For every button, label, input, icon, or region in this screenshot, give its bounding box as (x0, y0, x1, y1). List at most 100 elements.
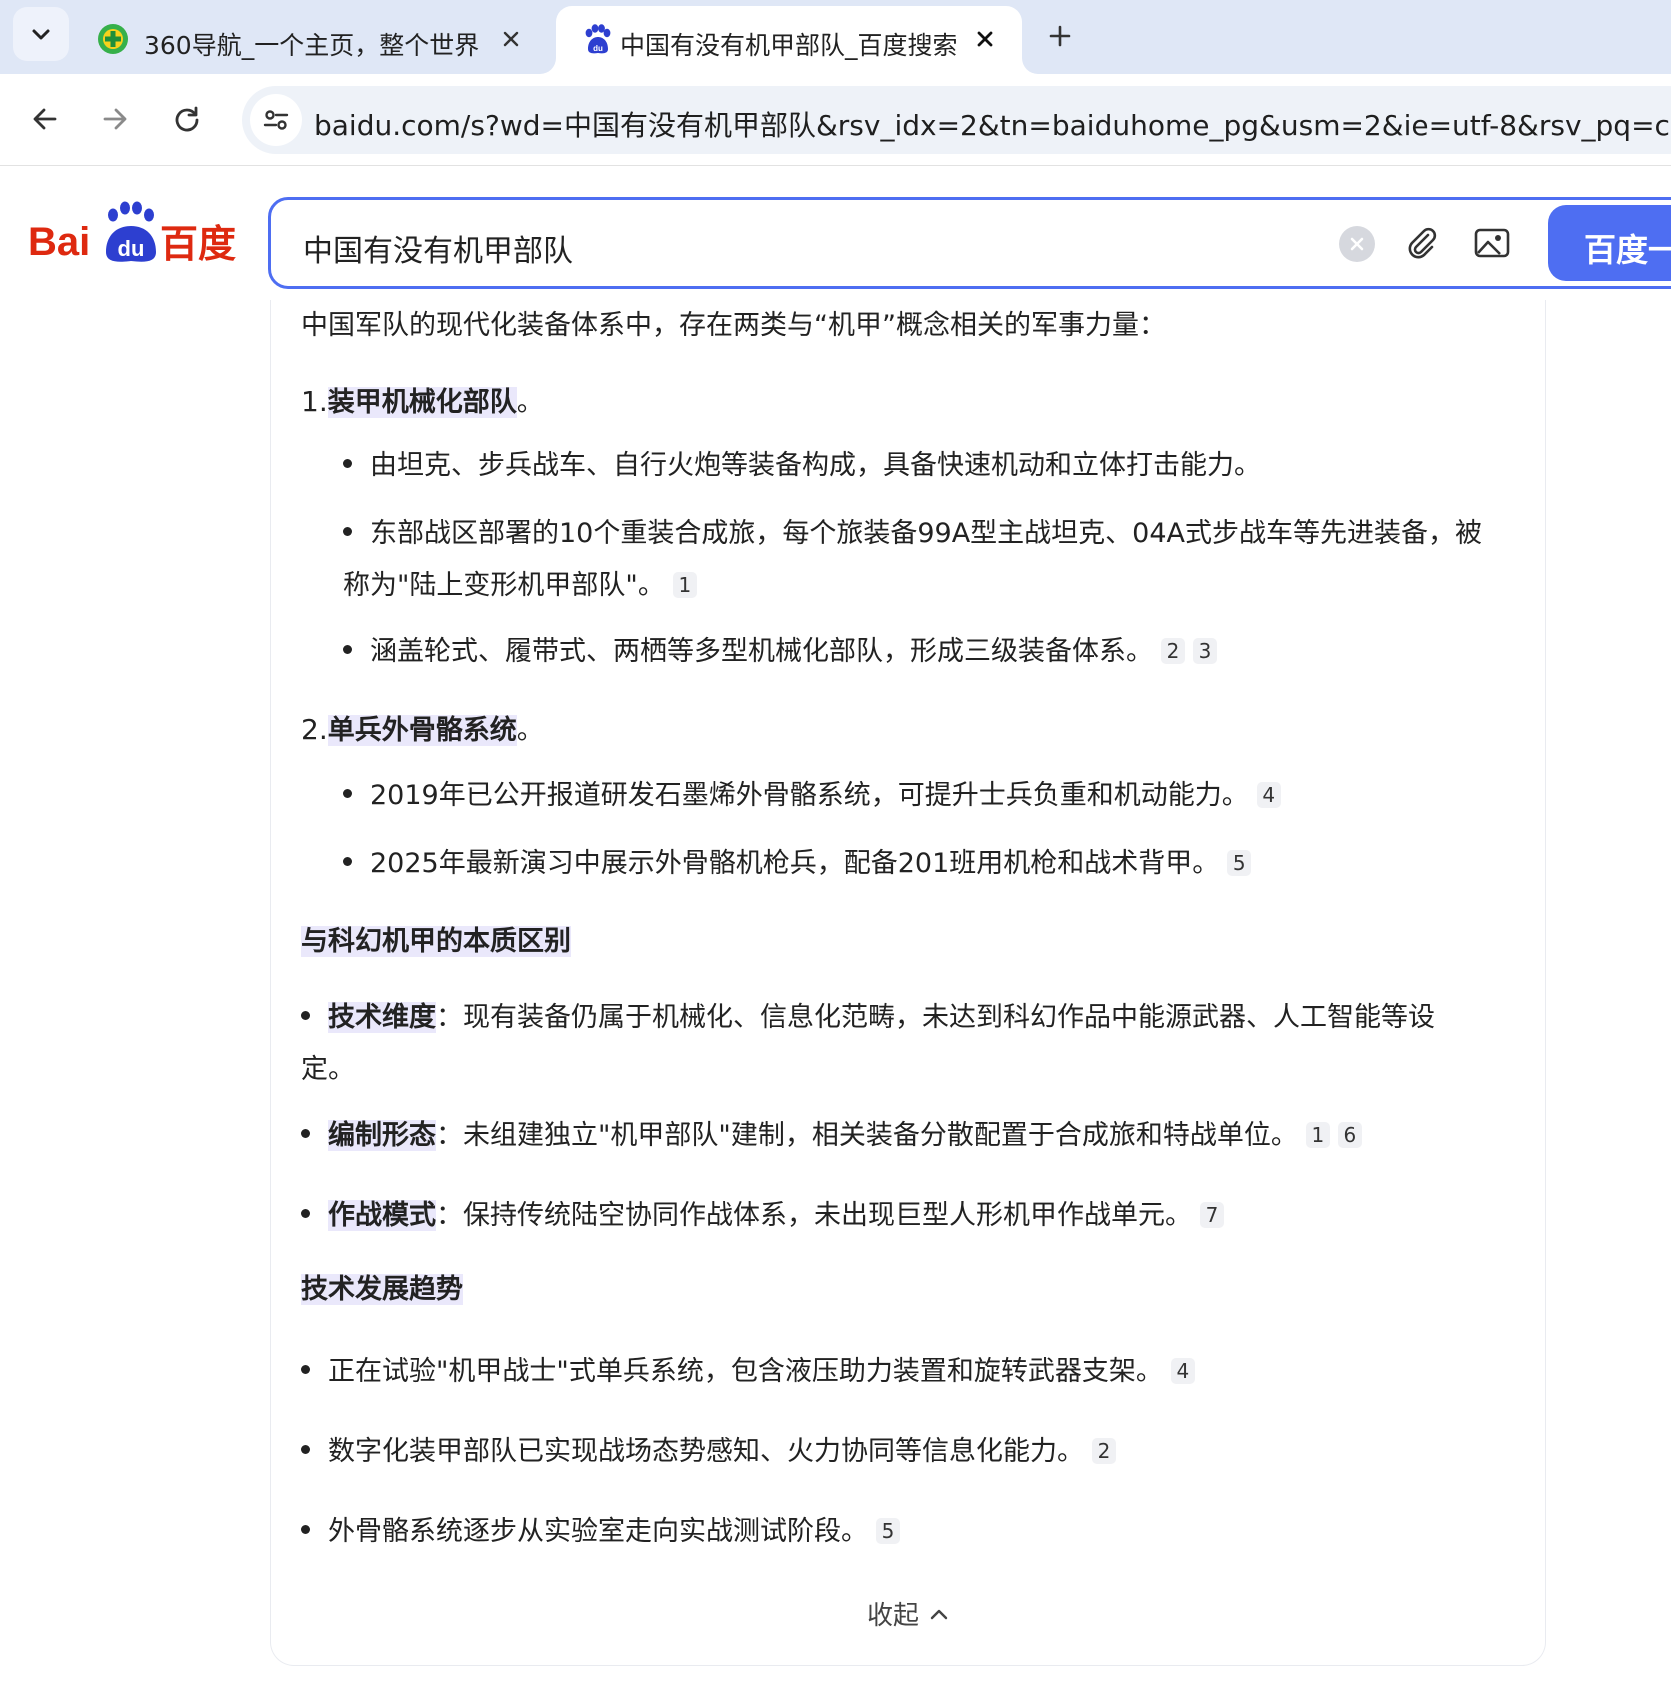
section-suffix: 。 (516, 715, 544, 746)
close-icon (977, 31, 993, 47)
bullet-icon (301, 1011, 310, 1020)
item-label: 技术维度 (328, 1002, 436, 1033)
tab-curve (540, 58, 556, 74)
clear-icon (1350, 237, 1364, 251)
list-item-text: ：现有装备仍属于机械化、信息化范畴，未达到科幻作品中能源武器、人工智能等设 (436, 1002, 1435, 1033)
bullet-icon (301, 1445, 310, 1454)
tab-title: 中国有没有机甲部队_百度搜索 (620, 31, 958, 60)
tab-strip: 360导航_一个主页，整个世界 du 中国有没有机甲部队_百度搜索 (0, 0, 1671, 74)
citation-badge[interactable]: 1 (672, 571, 697, 598)
bullet-icon (343, 857, 352, 866)
list-item: 编制形态：未组建独立"机甲部队"建制，相关装备分散配置于合成旅和特战单位。 1 6 (301, 1118, 1362, 1154)
reload-icon (175, 106, 199, 132)
tab-curve (1022, 58, 1038, 74)
bullet-icon (301, 1525, 310, 1534)
citation-badge[interactable]: 4 (1170, 1357, 1195, 1384)
citation-badge[interactable]: 2 (1092, 1437, 1116, 1464)
baidu-logo-graphic: Bai du 百度 (28, 201, 236, 266)
list-item-text: 东部战区部署的10个重装合成旅，每个旅装备99A型主战坦克、04A式步战车等先进… (370, 518, 1483, 549)
subsection-heading: 技术发展趋势 (301, 1272, 463, 1308)
forward-button[interactable] (92, 96, 138, 142)
bullet-icon (301, 1365, 310, 1374)
citation-badge[interactable]: 1 (1305, 1121, 1330, 1148)
tab-search-button[interactable] (13, 7, 69, 61)
answer-intro: 中国军队的现代化装备体系中，存在两类与“机甲”概念相关的军事力量： (301, 310, 1166, 341)
tab-title: 360导航_一个主页，整个世界 (144, 31, 480, 60)
search-input[interactable]: 中国有没有机甲部队 (303, 226, 573, 270)
list-item: 2019年已公开报道研发石墨烯外骨骼系统，可提升士兵负重和机动能力。 4 (343, 778, 1281, 814)
chevron-up-icon (930, 1609, 948, 1619)
subsection-title: 与科幻机甲的本质区别 (301, 926, 571, 957)
section-title: 单兵外骨骼系统 (327, 715, 517, 746)
list-item-continuation: 定。 (301, 1052, 355, 1088)
tab-close-button[interactable] (970, 24, 1000, 54)
clear-button[interactable] (1339, 226, 1375, 262)
list-item-text: 涵盖轮式、履带式、两栖等多型机械化部队，形成三级装备体系。 (370, 636, 1153, 667)
bullet-icon (301, 1209, 310, 1218)
new-tab-button[interactable] (1040, 16, 1080, 56)
tab-baidu-search[interactable]: du 中国有没有机甲部队_百度搜索 (556, 6, 1022, 74)
list-item-text: 外骨骼系统逐步从实验室走向实战测试阶段。 (328, 1516, 868, 1547)
reload-button[interactable] (164, 96, 210, 142)
baidu-logo[interactable]: Bai du 百度 (28, 200, 238, 272)
list-item: 外骨骼系统逐步从实验室走向实战测试阶段。 5 (301, 1514, 900, 1550)
svg-text:du: du (118, 236, 145, 261)
list-item-text: ：未组建独立"机甲部队"建制，相关装备分散配置于合成旅和特战单位。 (436, 1120, 1298, 1151)
list-item: 涵盖轮式、履带式、两栖等多型机械化部队，形成三级装备体系。 2 3 (343, 634, 1217, 670)
list-item: 2025年最新演习中展示外骨骼机枪兵，配备201班用机枪和战术背甲。 5 (343, 846, 1252, 882)
citation-badge[interactable]: 5 (1227, 849, 1252, 876)
tab-close-button[interactable] (496, 24, 526, 54)
ai-answer-card: 中国军队的现代化装备体系中，存在两类与“机甲”概念相关的军事力量： 1.装甲机械… (270, 300, 1546, 1666)
citation-badge[interactable]: 6 (1337, 1121, 1362, 1148)
citation-badge[interactable]: 4 (1256, 781, 1281, 808)
item-label: 编制形态 (328, 1120, 436, 1151)
list-item-text: 由坦克、步兵战车、自行火炮等装备构成，具备快速机动和立体打击能力。 (370, 450, 1261, 481)
collapse-button[interactable]: 收起 (867, 1595, 951, 1632)
image-search-icon (1474, 228, 1510, 258)
image-search-button[interactable] (1471, 222, 1513, 264)
section-heading: 2.单兵外骨骼系统。 (301, 712, 544, 749)
bullet-icon (343, 645, 352, 654)
attach-button[interactable] (1401, 222, 1443, 264)
site-info-icon (263, 110, 289, 130)
list-item: 东部战区部署的10个重装合成旅，每个旅装备99A型主战坦克、04A式步战车等先进… (343, 516, 1482, 552)
back-arrow-icon (33, 108, 57, 130)
baidu-paw-favicon: du (585, 24, 611, 54)
subsection-title: 技术发展趋势 (301, 1274, 463, 1305)
tab-360-nav[interactable]: 360导航_一个主页，整个世界 (72, 6, 542, 74)
citation-badge[interactable]: 3 (1193, 637, 1217, 664)
paperclip-icon (1408, 227, 1437, 259)
list-item-text: 定。 (301, 1054, 355, 1085)
svg-text:百度: 百度 (160, 222, 236, 266)
address-bar[interactable]: baidu.com/s?wd=中国有没有机甲部队&rsv_idx=2&tn=ba… (242, 86, 1671, 154)
section-suffix: 。 (516, 387, 544, 418)
url-text[interactable]: baidu.com/s?wd=中国有没有机甲部队&rsv_idx=2&tn=ba… (314, 104, 1671, 144)
bullet-icon (301, 1129, 310, 1138)
section-title: 装甲机械化部队 (327, 387, 517, 418)
list-item-text: 2025年最新演习中展示外骨骼机枪兵，配备201班用机枪和战术背甲。 (370, 848, 1220, 879)
search-box[interactable]: 中国有没有机甲部队 (268, 197, 1671, 289)
back-button[interactable] (22, 96, 68, 142)
item-label: 作战模式 (328, 1200, 436, 1231)
list-item: 正在试验"机甲战士"式单兵系统，包含液压助力装置和旋转武器支架。 4 (301, 1354, 1195, 1390)
citation-badge[interactable]: 7 (1200, 1201, 1224, 1228)
section-number: 1. (301, 385, 328, 418)
citation-badge[interactable]: 2 (1161, 637, 1185, 664)
browser-toolbar: baidu.com/s?wd=中国有没有机甲部队&rsv_idx=2&tn=ba… (0, 74, 1671, 166)
list-item-text: 称为"陆上变形机甲部队"。 (343, 570, 665, 601)
bullet-icon (343, 789, 352, 798)
section-heading: 1.装甲机械化部队。 (301, 384, 544, 421)
bullet-icon (343, 459, 352, 468)
list-item-text: ：保持传统陆空协同作战体系，未出现巨型人形机甲作战单元。 (436, 1200, 1192, 1231)
list-item-text: 2019年已公开报道研发石墨烯外骨骼系统，可提升士兵负重和机动能力。 (370, 780, 1249, 811)
chevron-down-icon (32, 29, 50, 40)
bullet-icon (343, 527, 352, 536)
list-item: 作战模式：保持传统陆空协同作战体系，未出现巨型人形机甲作战单元。 7 (301, 1198, 1224, 1234)
list-item: 技术维度：现有装备仍属于机械化、信息化范畴，未达到科幻作品中能源武器、人工智能等… (301, 1000, 1435, 1036)
list-item: 数字化装甲部队已实现战场态势感知、火力协同等信息化能力。 2 (301, 1434, 1116, 1470)
list-item-continuation: 称为"陆上变形机甲部队"。 1 (343, 568, 697, 604)
site-info-button[interactable] (250, 94, 302, 146)
citation-badge[interactable]: 5 (876, 1517, 900, 1544)
search-button[interactable]: 百度一下 (1548, 205, 1671, 281)
subsection-heading: 与科幻机甲的本质区别 (301, 924, 571, 960)
